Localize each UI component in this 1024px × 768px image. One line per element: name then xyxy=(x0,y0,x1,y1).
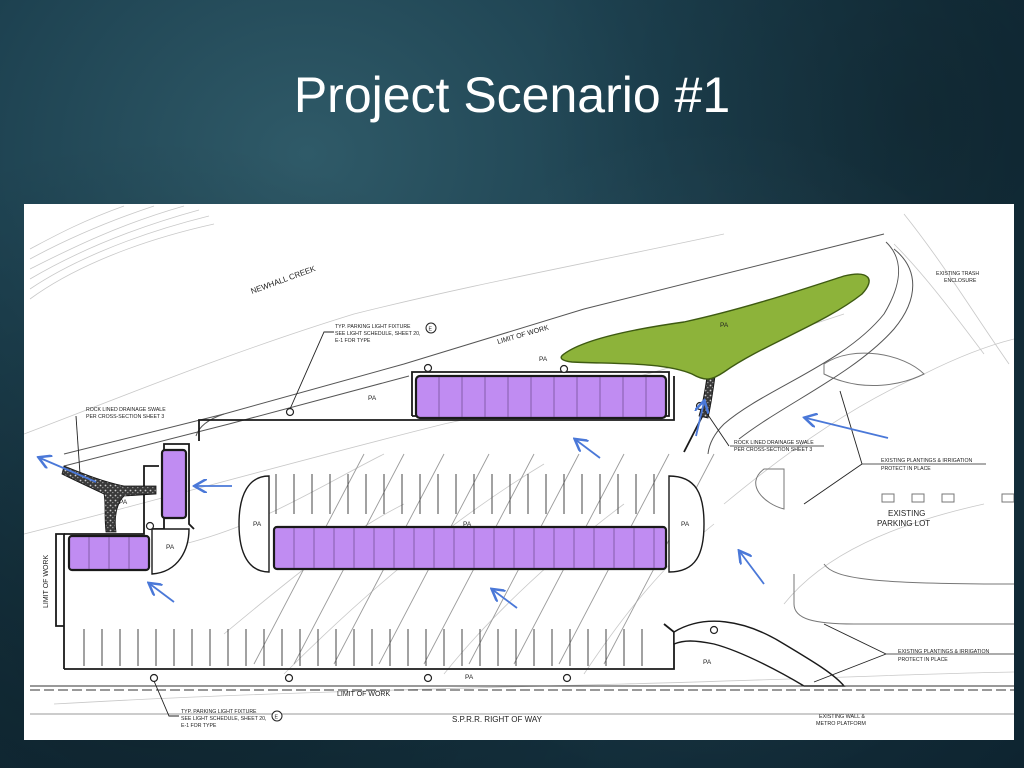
pa-label: PA xyxy=(368,395,377,402)
creek-label: NEWHALL CREEK xyxy=(250,264,318,296)
pa-label: PA xyxy=(463,521,472,528)
callout-text: PER CROSS-SECTION SHEET 3 xyxy=(86,414,164,420)
callout-light-top: TYP. PARKING LIGHT FIXTURE SEE LIGHT SCH… xyxy=(335,322,437,344)
callout-text: PROTECT IN PLACE xyxy=(881,466,931,472)
callout-trash: EXISTING TRASH ENCLOSURE xyxy=(936,271,979,284)
site-plan: NEWHALL CREEK LIMIT OF WORK LIMIT OF WOR… xyxy=(24,204,1014,740)
pa-label: PA xyxy=(703,659,712,666)
callout-light-bottom: TYP. PARKING LIGHT FIXTURE SEE LIGHT SCH… xyxy=(181,709,283,729)
pa-label: PA xyxy=(465,674,474,681)
curb-lines xyxy=(63,233,914,467)
row-label: S.P.R.R. RIGHT OF WAY xyxy=(452,715,543,724)
pa-label: PA xyxy=(119,499,128,506)
callout-text: SEE LIGHT SCHEDULE, SHEET 20, xyxy=(335,331,420,337)
callout-text: TYP. PARKING LIGHT FIXTURE xyxy=(335,324,411,330)
callout-text: PER CROSS-SECTION SHEET 3 xyxy=(734,447,812,453)
callout-text: ROCK LINED DRAINAGE SWALE xyxy=(734,440,814,446)
callout-text: EXISTING TRASH xyxy=(936,271,979,277)
limit-of-work-bottom: LIMIT OF WORK xyxy=(337,691,390,698)
callout-text: EXISTING WALL & xyxy=(819,714,865,720)
pa-label: PA xyxy=(539,356,548,363)
slide-title: Project Scenario #1 xyxy=(293,67,731,123)
pa-label: PA xyxy=(681,521,690,528)
callout-text: E-1 FOR TYPE xyxy=(181,723,217,729)
existing-parking-features xyxy=(755,352,1014,625)
callout-text: ROCK LINED DRAINAGE SWALE xyxy=(86,407,166,413)
limit-of-work-left: LIMIT OF WORK xyxy=(43,555,50,608)
callout-text: ENCLOSURE xyxy=(944,278,977,284)
callout-text: E-1 FOR TYPE xyxy=(335,338,371,344)
rock-swale-left xyxy=(61,465,157,533)
callout-text: METRO PLATFORM xyxy=(816,721,866,727)
callout-swale-left: ROCK LINED DRAINAGE SWALE PER CROSS-SECT… xyxy=(86,407,166,420)
callout-wall: EXISTING WALL & METRO PLATFORM xyxy=(816,714,866,727)
callout-text: PROTECT IN PLACE xyxy=(898,657,948,663)
callout-plantings-top: EXISTING PLANTINGS & IRRIGATION PROTECT … xyxy=(862,458,986,472)
bioretention-small-vertical xyxy=(160,448,188,520)
e-symbol-label: E xyxy=(429,327,433,333)
callout-plantings-bottom: EXISTING PLANTINGS & IRRIGATION PROTECT … xyxy=(886,649,1014,663)
bioretention-center xyxy=(272,525,668,571)
existing-parking-label-1: EXISTING xyxy=(888,509,925,518)
existing-parking-label-2: PARKING LOT xyxy=(877,519,930,528)
bioretention-top xyxy=(414,374,668,420)
e-symbol-label: E xyxy=(275,715,279,721)
pa-label: PA xyxy=(253,521,262,528)
callout-text: TYP. PARKING LIGHT FIXTURE xyxy=(181,709,257,715)
pa-label: PA xyxy=(166,544,175,551)
callout-swale-right: ROCK LINED DRAINAGE SWALE PER CROSS-SECT… xyxy=(730,440,824,453)
callout-text: SEE LIGHT SCHEDULE, SHEET 20, xyxy=(181,716,266,722)
callout-text: EXISTING PLANTINGS & IRRIGATION xyxy=(898,649,990,655)
pa-label: PA xyxy=(720,322,729,329)
railroad-lines xyxy=(30,685,1014,715)
callout-text: EXISTING PLANTINGS & IRRIGATION xyxy=(881,458,973,464)
